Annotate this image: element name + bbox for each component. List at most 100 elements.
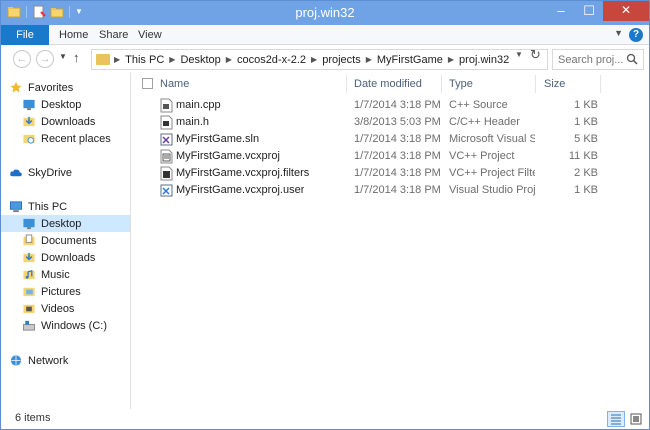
refresh-button[interactable]: ↻ [530, 47, 541, 63]
chevron-right-icon[interactable]: ▶ [311, 55, 317, 64]
table-row[interactable]: MyFirstGame.vcxproj 1/7/2014 3:18 PM VC+… [132, 148, 649, 165]
table-row[interactable]: MyFirstGame.vcxproj.filters 1/7/2014 3:1… [132, 165, 649, 182]
column-divider[interactable] [535, 75, 536, 93]
column-divider[interactable] [441, 75, 442, 93]
sidebar-item-label: Videos [41, 302, 75, 315]
chevron-right-icon[interactable]: ▶ [114, 55, 120, 64]
file-name: MyFirstGame.vcxproj.filters [176, 167, 310, 179]
table-row[interactable]: MyFirstGame.sln 1/7/2014 3:18 PM Microso… [132, 131, 649, 148]
file-name: MyFirstGame.vcxproj [176, 150, 280, 162]
file-date: 1/7/2014 3:18 PM [354, 167, 441, 179]
breadcrumb-proj-win32[interactable]: proj.win32 [459, 54, 509, 66]
ribbon-expand-icon[interactable]: ▼ [614, 28, 623, 38]
sidebar-skydrive[interactable]: SkyDrive [9, 164, 138, 181]
sidebar-item-desktop[interactable]: Desktop [1, 215, 130, 232]
table-row[interactable]: MyFirstGame.vcxproj.user 1/7/2014 3:18 P… [132, 182, 649, 199]
sidebar-item-music[interactable]: Music [1, 266, 130, 283]
sidebar-item-label: Desktop [41, 98, 82, 111]
sidebar-item-fav-desktop[interactable]: Desktop [1, 96, 130, 113]
user-file-icon [160, 184, 173, 197]
sidebar-item-pictures[interactable]: Pictures [1, 283, 130, 300]
file-size: 1 KB [574, 184, 598, 196]
search-icon[interactable] [626, 53, 638, 65]
desktop-icon [23, 99, 35, 111]
address-bar[interactable]: ▶ This PC ▶ Desktop ▶ cocos2d-x-2.2 ▶ pr… [91, 49, 548, 70]
file-size: 2 KB [574, 167, 598, 179]
pictures-icon [23, 287, 35, 297]
breadcrumb-projects[interactable]: projects [322, 54, 361, 66]
address-dropdown-icon[interactable]: ▼ [515, 50, 523, 59]
file-type: C/C++ Header [449, 116, 520, 128]
file-type: Visual Studio Proje... [449, 184, 535, 196]
cloud-icon [10, 169, 22, 177]
navigation-pane: Favorites Desktop Downloads Recent place… [1, 73, 131, 409]
tab-share[interactable]: Share [99, 25, 128, 45]
network-icon [10, 355, 22, 366]
file-type: C++ Source [449, 99, 508, 111]
tab-home[interactable]: Home [59, 25, 88, 45]
minimize-button[interactable]: – [547, 1, 575, 21]
sidebar-item-fav-recent[interactable]: Recent places [1, 130, 130, 147]
videos-icon [23, 304, 35, 314]
sidebar-item-label: Pictures [41, 285, 81, 298]
back-button[interactable]: ← [13, 50, 31, 68]
column-header-date[interactable]: Date modified [354, 73, 422, 95]
up-button[interactable]: ↑ [73, 50, 80, 65]
column-divider[interactable] [600, 75, 601, 93]
sidebar-item-documents[interactable]: Documents [1, 232, 130, 249]
large-icons-view-button[interactable] [627, 411, 645, 427]
file-list: Name Date modified Type Size main.cpp 1/… [132, 73, 649, 409]
explorer-window: ▼ proj.win32 – ☐ ✕ File Home Share View … [0, 0, 650, 430]
column-header-size[interactable]: Size [544, 73, 565, 95]
details-view-button[interactable] [607, 411, 625, 427]
sidebar-item-label: Downloads [41, 115, 96, 128]
large-icons-view-icon [630, 413, 642, 425]
drive-icon [22, 320, 36, 331]
breadcrumb-desktop[interactable]: Desktop [180, 54, 220, 66]
sidebar-item-label: Windows (C:) [41, 319, 108, 332]
sidebar-item-downloads[interactable]: Downloads [1, 249, 130, 266]
chevron-right-icon[interactable]: ▶ [448, 55, 454, 64]
close-button[interactable]: ✕ [603, 1, 649, 21]
sidebar-network[interactable]: Network [9, 352, 138, 369]
sidebar-item-label: This PC [28, 200, 68, 213]
file-type: VC++ Project [449, 150, 515, 162]
forward-button[interactable]: → [36, 50, 54, 68]
column-divider[interactable] [346, 75, 347, 93]
item-count: 6 items [15, 412, 51, 424]
file-date: 3/8/2013 5:03 PM [354, 116, 441, 128]
sidebar-item-label: Recent places [41, 132, 111, 145]
tab-view[interactable]: View [138, 25, 162, 45]
sidebar-item-videos[interactable]: Videos [1, 300, 130, 317]
file-type: Microsoft Visual St... [449, 133, 535, 145]
file-size: 1 KB [574, 116, 598, 128]
help-button[interactable]: ? [629, 28, 643, 42]
file-size: 5 KB [574, 133, 598, 145]
select-all-checkbox[interactable] [142, 78, 153, 89]
sidebar-this-pc[interactable]: This PC [9, 198, 138, 215]
filters-file-icon [160, 166, 173, 181]
search-input[interactable] [558, 53, 628, 66]
chevron-right-icon[interactable]: ▶ [366, 55, 372, 64]
breadcrumb-this-pc[interactable]: This PC [125, 54, 164, 66]
sidebar-item-label: SkyDrive [28, 166, 73, 179]
search-box[interactable] [552, 49, 644, 70]
table-row[interactable]: main.cpp 1/7/2014 3:18 PM C++ Source 1 K… [132, 97, 649, 114]
music-icon [23, 269, 35, 280]
sidebar-favorites[interactable]: Favorites [9, 79, 138, 96]
sidebar-item-label: Music [41, 268, 70, 281]
maximize-button[interactable]: ☐ [575, 1, 603, 21]
column-header-name[interactable]: Name [160, 73, 189, 95]
breadcrumb-cocos2d[interactable]: cocos2d-x-2.2 [237, 54, 306, 66]
file-size: 11 KB [568, 150, 598, 162]
chevron-right-icon[interactable]: ▶ [169, 55, 175, 64]
tab-file[interactable]: File [1, 25, 49, 45]
sidebar-item-windows-c[interactable]: Windows (C:) [1, 317, 130, 334]
details-view-icon [611, 414, 621, 425]
breadcrumb-myfirstgame[interactable]: MyFirstGame [377, 54, 443, 66]
chevron-right-icon[interactable]: ▶ [226, 55, 232, 64]
recent-locations-icon[interactable]: ▼ [59, 52, 67, 61]
table-row[interactable]: main.h 3/8/2013 5:03 PM C/C++ Header 1 K… [132, 114, 649, 131]
sidebar-item-fav-downloads[interactable]: Downloads [1, 113, 130, 130]
column-header-type[interactable]: Type [449, 73, 473, 95]
